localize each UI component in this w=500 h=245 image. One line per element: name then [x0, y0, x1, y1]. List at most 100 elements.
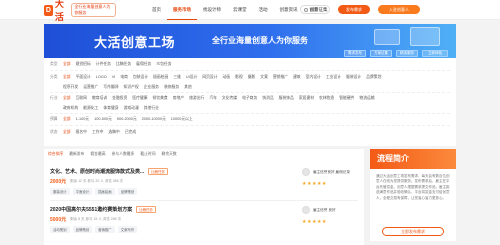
- site-logo[interactable]: D 大活 全行业海量创意人为你服务: [44, 0, 116, 22]
- filter-option[interactable]: 平面设计: [76, 75, 91, 80]
- filter-option[interactable]: 农林牧渔: [319, 96, 334, 101]
- filter-option[interactable]: 插画绘画: [153, 75, 168, 80]
- filter-option[interactable]: 计件任务: [96, 62, 111, 67]
- filter-option[interactable]: 网页设计: [202, 75, 217, 80]
- filter-option[interactable]: 体育健身: [103, 106, 118, 111]
- filter-option[interactable]: 10000元以上: [171, 117, 193, 122]
- filter-option[interactable]: 智能硬件: [339, 96, 354, 101]
- filter-option[interactable]: 电子商务: [242, 96, 257, 101]
- filter-option[interactable]: 动画: [223, 75, 231, 80]
- filter-option[interactable]: 游戏动漫: [124, 106, 139, 111]
- filter-option[interactable]: 悬赏招标: [76, 62, 91, 67]
- filter-option[interactable]: 餐饮美食: [153, 96, 168, 101]
- filter-option[interactable]: 服装设计: [346, 75, 361, 80]
- filter-option[interactable]: 文案: [260, 75, 268, 80]
- filter-option[interactable]: UI设计: [186, 75, 197, 80]
- filter-option[interactable]: 互联网: [76, 96, 87, 101]
- publish-demand-panel-button[interactable]: 立即发布需求: [382, 227, 444, 236]
- publish-demand-button[interactable]: 发布需求: [338, 5, 370, 14]
- sort-option[interactable]: 最新发布: [69, 152, 84, 157]
- filter-option[interactable]: 旅游出行: [189, 96, 204, 101]
- sort-option[interactable]: 参与人数最多: [112, 152, 135, 157]
- filter-option[interactable]: 工业设计: [326, 75, 341, 80]
- nav-item-market[interactable]: 服务市场: [167, 0, 197, 20]
- nav-item-news[interactable]: 创意资讯: [274, 0, 304, 20]
- nav-item-designers[interactable]: 找设计师: [197, 0, 227, 20]
- employer-card[interactable]: 雇主信誉良好 雇佣记录 ★★★★★: [302, 168, 358, 187]
- filter-option[interactable]: 建筑: [293, 75, 301, 80]
- filter-option[interactable]: 报名中: [76, 130, 87, 135]
- filter-option[interactable]: 汽车: [209, 96, 217, 101]
- filter-option[interactable]: 快消品: [262, 96, 273, 101]
- task-chip[interactable]: 品牌策划: [117, 188, 138, 195]
- filter-option[interactable]: 企业服务: [144, 85, 159, 90]
- filter-option[interactable]: 比稿任务: [116, 62, 131, 67]
- task-chip[interactable]: 活动策划: [50, 226, 70, 233]
- filter-option[interactable]: 教育培训: [92, 96, 107, 101]
- filter-option[interactable]: 物流运输: [359, 96, 374, 101]
- filter-option[interactable]: 医疗健康: [132, 96, 147, 101]
- task-chip[interactable]: 插画绘画: [95, 188, 115, 195]
- filter-option[interactable]: 知识产权: [124, 85, 139, 90]
- employer-card[interactable]: 雇主信誉 良好 ★★★★★: [302, 206, 358, 225]
- task-chip[interactable]: 品牌策划: [72, 226, 93, 233]
- sort-option[interactable]: 佣金最高: [90, 152, 105, 157]
- filter-option[interactable]: 全部: [63, 96, 71, 101]
- filter-option[interactable]: 全部: [63, 75, 71, 80]
- filter-option[interactable]: 100-500元: [94, 117, 112, 122]
- filter-option[interactable]: 包装设计: [133, 75, 148, 80]
- divider: [50, 125, 450, 126]
- filter-option[interactable]: 500-2000元: [117, 117, 137, 122]
- filter-option[interactable]: 2000-10000元: [142, 117, 166, 122]
- task-title[interactable]: 文化、艺术、原创时尚潮流服饰款式及类...: [50, 168, 144, 175]
- filter-option[interactable]: 其他行业: [144, 106, 159, 111]
- filter-option[interactable]: 众包任务: [156, 62, 171, 67]
- filter-option[interactable]: 全部: [63, 130, 71, 135]
- filter-option[interactable]: 其他: [184, 85, 192, 90]
- filter-option[interactable]: 运营推广: [83, 85, 98, 90]
- task-chip[interactable]: 营销推广: [95, 226, 115, 233]
- nav-item-home[interactable]: 首页: [146, 0, 167, 20]
- task-chip[interactable]: 平面设计: [72, 188, 93, 195]
- filter-option[interactable]: LOGO: [96, 75, 107, 80]
- filter-option[interactable]: 摄影: [248, 75, 256, 80]
- filter-option[interactable]: 装修服务: [164, 85, 179, 90]
- filter-option[interactable]: 家居建材: [299, 96, 314, 101]
- filter-option[interactable]: 工作中: [92, 130, 103, 135]
- filter-option[interactable]: 金融投资: [112, 96, 127, 101]
- filter-option[interactable]: 选稿中: [108, 130, 119, 135]
- filter-option[interactable]: 服装饰品: [279, 96, 294, 101]
- filter-option[interactable]: 影视: [235, 75, 243, 80]
- filter-option[interactable]: 程序开发: [63, 85, 78, 90]
- task-chip[interactable]: 服装设计: [50, 188, 70, 195]
- filter-option[interactable]: 房地产: [173, 96, 184, 101]
- filter-option[interactable]: 已完成: [125, 130, 136, 135]
- filter-option[interactable]: VI: [112, 75, 116, 80]
- hero-banner[interactable]: 大活创意工场 全行业海量创意人为你服务 需求发布 方案征集 精选服务 立即体验: [44, 24, 456, 62]
- nav-item-events[interactable]: 活动: [253, 0, 274, 20]
- nav-item-cloud-class[interactable]: 云课堂: [227, 0, 253, 20]
- sort-option[interactable]: 综合排序: [48, 152, 63, 157]
- join-creator-button[interactable]: 入驻创意人: [378, 5, 420, 14]
- filter-option[interactable]: 全部: [63, 117, 71, 122]
- filter-option[interactable]: 品牌策划: [366, 75, 381, 80]
- filter-option[interactable]: 电商: [120, 75, 128, 80]
- filter-option[interactable]: 1-100元: [76, 117, 90, 122]
- filter-option[interactable]: 三维: [173, 75, 181, 80]
- divider: [50, 70, 450, 71]
- filter-option[interactable]: 全部: [63, 62, 71, 67]
- task-title[interactable]: 2020中国高尔夫5551邀约赛策划方案: [50, 206, 132, 213]
- filter-option[interactable]: 政府机构: [63, 106, 78, 111]
- filter-row-category: 分类 全部 平面设计 LOGO VI 电商 包装设计 插画绘画 三维 UI设计 网页设计 动画 影视 摄影…: [50, 75, 454, 80]
- filter-option[interactable]: 能源化工: [83, 106, 98, 111]
- sort-option[interactable]: 剩余天数: [162, 152, 177, 157]
- task-chip[interactable]: 文案写作: [117, 226, 138, 233]
- sort-option[interactable]: 截止时间: [140, 152, 155, 157]
- task-type-badge: 比稿任务: [136, 206, 156, 213]
- filter-option[interactable]: 营销推广: [273, 75, 288, 80]
- filter-option[interactable]: 文化传媒: [222, 96, 237, 101]
- filter-option[interactable]: 写作翻译: [103, 85, 118, 90]
- filter-option[interactable]: 雇佣任务: [136, 62, 151, 67]
- search-box[interactable]: 搜索: [300, 5, 330, 14]
- filter-option[interactable]: 室内设计: [306, 75, 321, 80]
